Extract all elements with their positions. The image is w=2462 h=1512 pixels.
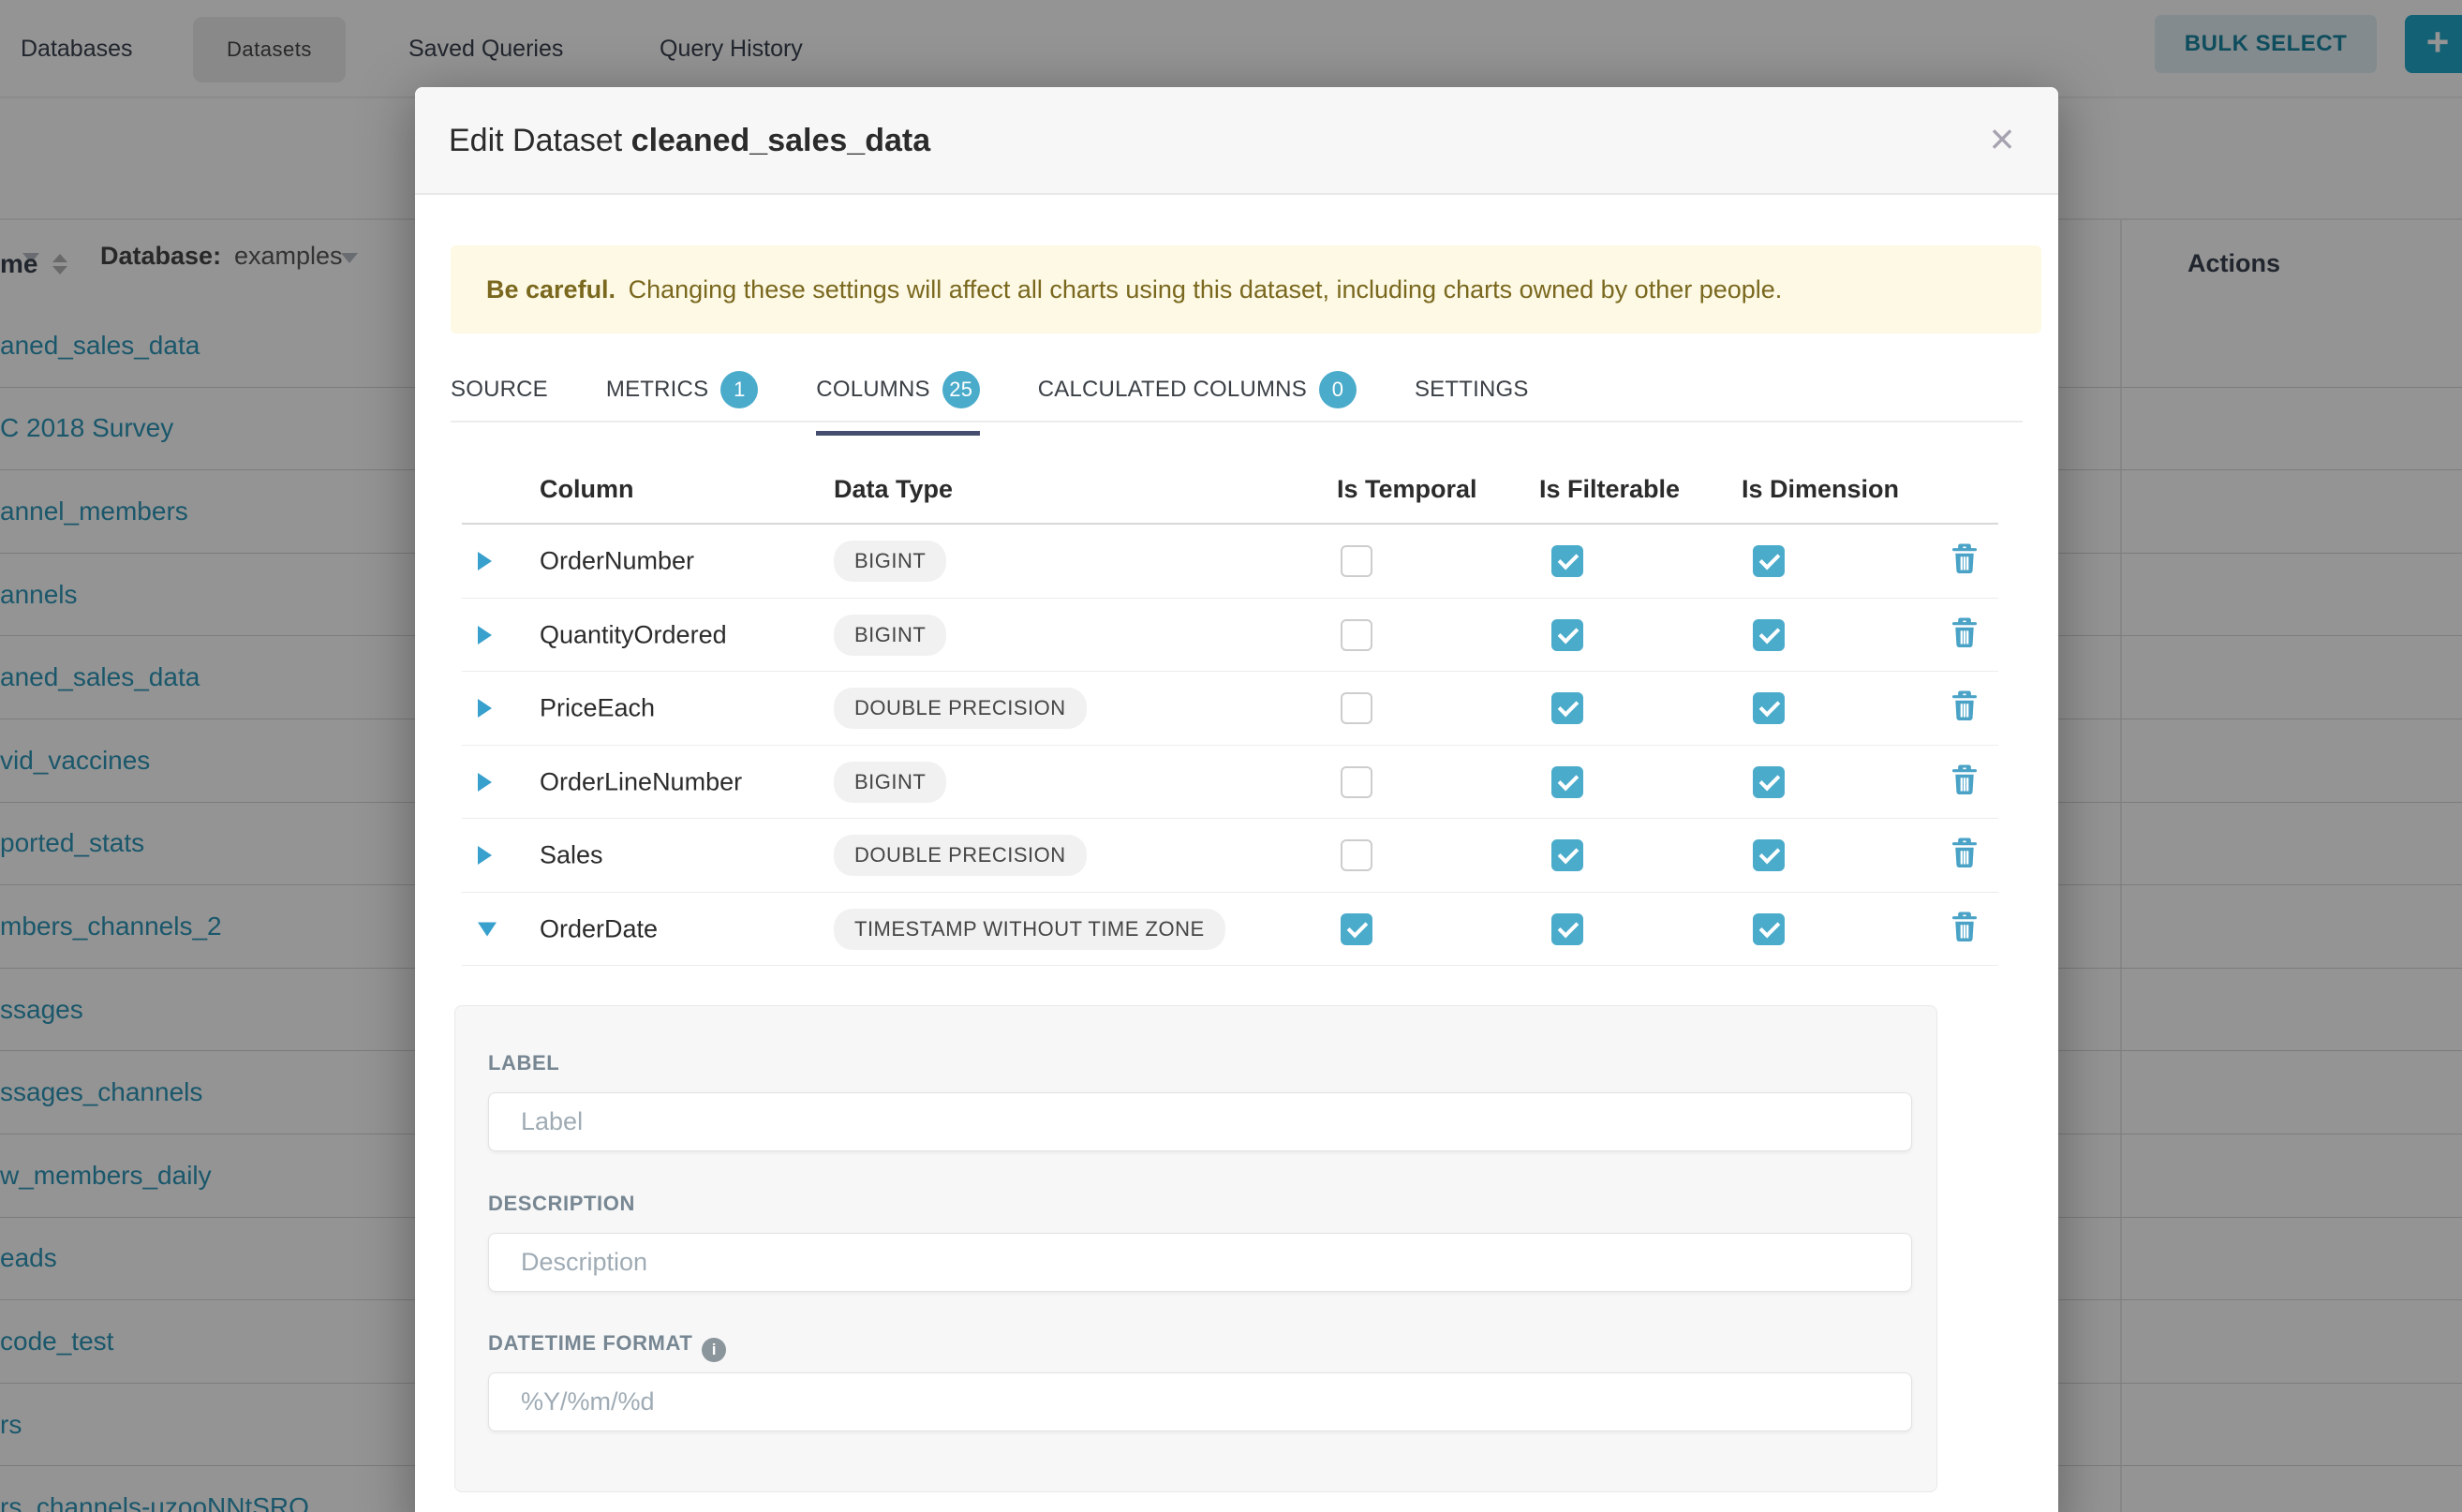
tab-label: SETTINGS xyxy=(1415,377,1529,403)
delete-column-button[interactable] xyxy=(1951,838,1978,873)
column-row: OrderNumber BIGINT xyxy=(415,525,2058,599)
column-row: QuantityOrdered BIGINT xyxy=(415,599,2058,673)
columns-list: OrderNumber BIGINT QuantityOrdered BIGI xyxy=(415,525,2058,966)
is-dimension-checkbox[interactable] xyxy=(1753,545,1785,577)
is-dimension-checkbox[interactable] xyxy=(1753,913,1785,945)
delete-column-button[interactable] xyxy=(1951,691,1978,726)
data-type-pill: BIGINT xyxy=(834,615,946,656)
warning-bold: Be careful. xyxy=(486,275,616,304)
modal-tab[interactable]: SOURCE xyxy=(451,371,548,436)
delete-column-button[interactable] xyxy=(1951,544,1978,579)
datetime-format-input[interactable] xyxy=(488,1372,1912,1431)
modal-header: Edit Dataset cleaned_sales_data × xyxy=(415,87,2058,195)
header-is-temporal: Is Temporal xyxy=(1337,475,1477,504)
warning-text: Changing these settings will affect all … xyxy=(629,275,1783,304)
delete-column-button[interactable] xyxy=(1951,617,1978,652)
trash-icon xyxy=(1951,838,1978,868)
trash-icon xyxy=(1951,912,1978,941)
modal-tab[interactable]: COLUMNS 25 xyxy=(816,371,979,436)
is-temporal-checkbox[interactable] xyxy=(1341,692,1372,724)
close-icon[interactable]: × xyxy=(1974,87,2030,195)
column-detail-panel: LABEL DESCRIPTION DATETIME FORMAT i xyxy=(454,1005,1937,1492)
is-filterable-checkbox[interactable] xyxy=(1551,692,1583,724)
column-row: Sales DOUBLE PRECISION xyxy=(415,819,2058,893)
tab-label: COLUMNS xyxy=(816,377,929,403)
datetime-format-label: DATETIME FORMAT i xyxy=(488,1331,726,1362)
data-type-pill: BIGINT xyxy=(834,541,946,582)
column-name: PriceEach xyxy=(540,694,655,723)
data-type-pill: DOUBLE PRECISION xyxy=(834,835,1087,876)
modal-tab[interactable]: SETTINGS xyxy=(1415,371,1529,436)
is-temporal-checkbox[interactable] xyxy=(1341,913,1372,945)
header-is-filterable: Is Filterable xyxy=(1539,475,1680,504)
data-type-pill: BIGINT xyxy=(834,762,946,803)
header-is-dimension: Is Dimension xyxy=(1742,475,1899,504)
trash-icon xyxy=(1951,691,1978,721)
header-column: Column xyxy=(540,475,634,504)
modal-title-prefix: Edit Dataset xyxy=(449,123,622,158)
header-data-type: Data Type xyxy=(834,475,953,504)
is-temporal-checkbox[interactable] xyxy=(1341,766,1372,798)
column-name: OrderDate xyxy=(540,914,658,943)
expand-caret-icon[interactable] xyxy=(478,773,492,792)
is-filterable-checkbox[interactable] xyxy=(1551,545,1583,577)
delete-column-button[interactable] xyxy=(1951,764,1978,799)
tab-label: CALCULATED COLUMNS xyxy=(1038,377,1307,403)
label-input[interactable] xyxy=(488,1092,1912,1151)
is-temporal-checkbox[interactable] xyxy=(1341,545,1372,577)
tab-count-badge: 0 xyxy=(1319,371,1357,408)
is-temporal-checkbox[interactable] xyxy=(1341,839,1372,871)
is-filterable-checkbox[interactable] xyxy=(1551,839,1583,871)
is-dimension-checkbox[interactable] xyxy=(1753,839,1785,871)
is-filterable-checkbox[interactable] xyxy=(1551,913,1583,945)
trash-icon xyxy=(1951,617,1978,647)
info-icon[interactable]: i xyxy=(702,1338,726,1362)
is-filterable-checkbox[interactable] xyxy=(1551,619,1583,651)
is-dimension-checkbox[interactable] xyxy=(1753,619,1785,651)
screen: Databases Datasets Saved Queries Query H… xyxy=(0,0,2462,1512)
expand-caret-icon[interactable] xyxy=(478,922,497,936)
column-name: OrderNumber xyxy=(540,547,694,576)
label-field-label: LABEL xyxy=(488,1051,559,1075)
modal-tab[interactable]: METRICS 1 xyxy=(606,371,758,436)
edit-dataset-modal: Edit Dataset cleaned_sales_data × Be car… xyxy=(415,87,2058,1512)
data-type-pill: TIMESTAMP WITHOUT TIME ZONE xyxy=(834,909,1225,950)
warning-banner: Be careful. Changing these settings will… xyxy=(451,245,2041,334)
trash-icon xyxy=(1951,764,1978,794)
modal-tab[interactable]: CALCULATED COLUMNS 0 xyxy=(1038,371,1357,436)
expand-caret-icon[interactable] xyxy=(478,699,492,718)
tab-count-badge: 25 xyxy=(942,371,980,408)
expand-caret-icon[interactable] xyxy=(478,626,492,645)
trash-icon xyxy=(1951,544,1978,574)
modal-title: Edit Dataset cleaned_sales_data xyxy=(449,87,930,195)
is-temporal-checkbox[interactable] xyxy=(1341,619,1372,651)
data-type-pill: DOUBLE PRECISION xyxy=(834,688,1087,729)
is-dimension-checkbox[interactable] xyxy=(1753,766,1785,798)
description-field-label: DESCRIPTION xyxy=(488,1192,635,1216)
description-input[interactable] xyxy=(488,1233,1912,1292)
column-row: PriceEach DOUBLE PRECISION xyxy=(415,672,2058,746)
modal-tabs: SOURCE METRICS 1 COLUMNS 25 CALCULATED C… xyxy=(451,371,1529,436)
column-row: OrderDate TIMESTAMP WITHOUT TIME ZONE xyxy=(415,893,2058,967)
modal-dataset-name: cleaned_sales_data xyxy=(631,123,930,158)
column-row: OrderLineNumber BIGINT xyxy=(415,746,2058,820)
tab-label: SOURCE xyxy=(451,377,548,403)
delete-column-button[interactable] xyxy=(1951,912,1978,946)
datetime-format-label-text: DATETIME FORMAT xyxy=(488,1331,692,1355)
tabs-bottom-border xyxy=(451,421,2023,422)
is-dimension-checkbox[interactable] xyxy=(1753,692,1785,724)
expand-caret-icon[interactable] xyxy=(478,846,492,865)
tab-count-badge: 1 xyxy=(720,371,758,408)
column-name: Sales xyxy=(540,841,603,870)
tab-label: METRICS xyxy=(606,377,708,403)
is-filterable-checkbox[interactable] xyxy=(1551,766,1583,798)
expand-caret-icon[interactable] xyxy=(478,552,492,571)
column-name: OrderLineNumber xyxy=(540,767,742,796)
column-name: QuantityOrdered xyxy=(540,620,727,649)
